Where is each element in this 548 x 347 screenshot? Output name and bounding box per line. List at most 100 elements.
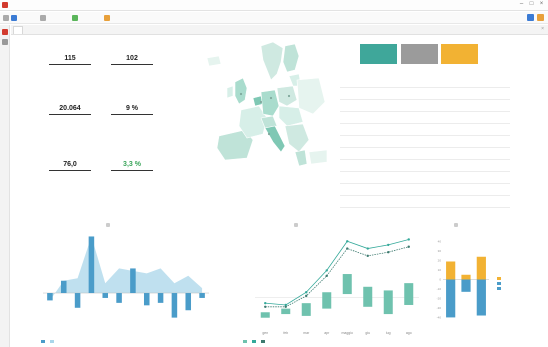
settings-icon[interactable] [454,222,458,227]
x-tick-label: lug [386,331,391,335]
toolbar-item-4[interactable] [104,14,112,22]
kpi-title [97,94,167,104]
chart-left[interactable] [29,230,213,337]
legend-item [243,339,248,343]
table-row[interactable] [340,160,510,172]
tile-2[interactable] [401,44,438,64]
legend-mid [243,339,266,343]
table-row[interactable] [340,136,510,148]
kpi-value: 20.064 [59,105,81,112]
legend-item [497,276,502,280]
bar [47,293,53,301]
map-region-greece [294,149,308,167]
tile-3[interactable] [441,44,478,64]
kpi-value: 76,0 [63,161,77,168]
chart-icon [72,15,78,21]
minimize-button[interactable]: – [518,1,525,8]
x-tick-label: apr [324,331,330,335]
toolbar-item-2[interactable] [40,14,48,22]
table-row[interactable] [340,148,510,160]
legend-right [497,276,502,290]
bar [88,236,95,294]
share-icon [104,15,110,21]
line-point [346,240,349,243]
kpi-divider [111,114,153,115]
settings-icon[interactable] [294,222,298,227]
map-region-scandinavia [260,41,284,81]
x-tick-label: maggio [342,331,354,335]
maximize-button[interactable]: □ [528,1,535,8]
close-tab-icon[interactable]: × [541,26,544,32]
star-icon[interactable] [537,14,544,21]
kpi-value: 3,3 % [123,161,141,168]
kpi-title [35,94,105,104]
legend-item [50,339,55,343]
map-region-iceland [206,55,222,67]
bar [476,256,486,280]
kpi-card-1: 115 [35,44,105,88]
map-region-italy [264,125,286,153]
y-tick-label: 40 [438,240,442,244]
y-tick-label: 0 [439,278,441,282]
back-icon [3,15,9,21]
kpi-value: 102 [126,55,138,62]
table-row[interactable] [340,124,510,136]
legend-item [497,281,502,285]
line-point [325,274,328,278]
bar [116,293,122,303]
kpi-card-4: 9 % [97,94,167,138]
kpi-card-3: 20.064 [35,94,105,138]
table-row[interactable] [340,88,510,100]
bar [143,293,150,306]
line-point [284,305,287,308]
kpi-divider [49,64,91,65]
pin-icon[interactable] [2,39,8,45]
settings-icon[interactable] [106,222,110,227]
kpi-title [97,150,167,160]
bar [60,280,67,294]
line-point [387,251,390,254]
y-tick-label: -30 [437,306,442,310]
tab-dashboard[interactable] [13,26,23,34]
kpi-title [35,44,105,54]
map-region-east [296,77,326,115]
toolbar-item-3[interactable] [72,14,80,22]
save-icon [11,15,17,21]
bar [461,274,471,280]
refresh-icon[interactable] [527,14,534,21]
europe-map[interactable] [201,40,329,190]
y-tick-label: 10 [438,268,442,272]
bar [281,308,291,315]
close-button[interactable]: × [538,1,545,8]
line-point [407,245,410,248]
y-tick-label: -40 [437,315,442,319]
bar [342,274,352,295]
tile-1[interactable] [360,44,397,64]
map-region-finland [282,43,300,73]
toolbar [0,12,548,24]
bar [260,312,270,318]
bar [171,293,178,318]
bar [383,290,393,315]
table-row[interactable] [340,76,510,88]
table-row[interactable] [340,184,510,196]
bar [461,279,471,292]
bar [446,261,456,280]
y-tick-label: 20 [438,259,442,263]
chart-mid[interactable]: gen feb mar apr maggio giu lug ago [243,230,425,337]
bar [363,286,373,307]
kpi-divider [111,170,153,171]
table-row[interactable] [340,112,510,124]
toolbar-item-1[interactable] [3,14,19,22]
line-point [407,238,410,241]
tab-bar: × [11,25,548,35]
table-row[interactable] [340,172,510,184]
chart-right[interactable]: 40 30 20 10 0 -10 -20 -30 -40 [429,230,539,347]
legend-item [252,339,257,343]
home-icon[interactable] [2,29,8,35]
y-tick-label: -20 [437,296,442,300]
map-region-balkans [284,123,310,153]
table-row[interactable] [340,196,510,208]
table-row[interactable] [340,100,510,112]
line-point [366,247,369,250]
